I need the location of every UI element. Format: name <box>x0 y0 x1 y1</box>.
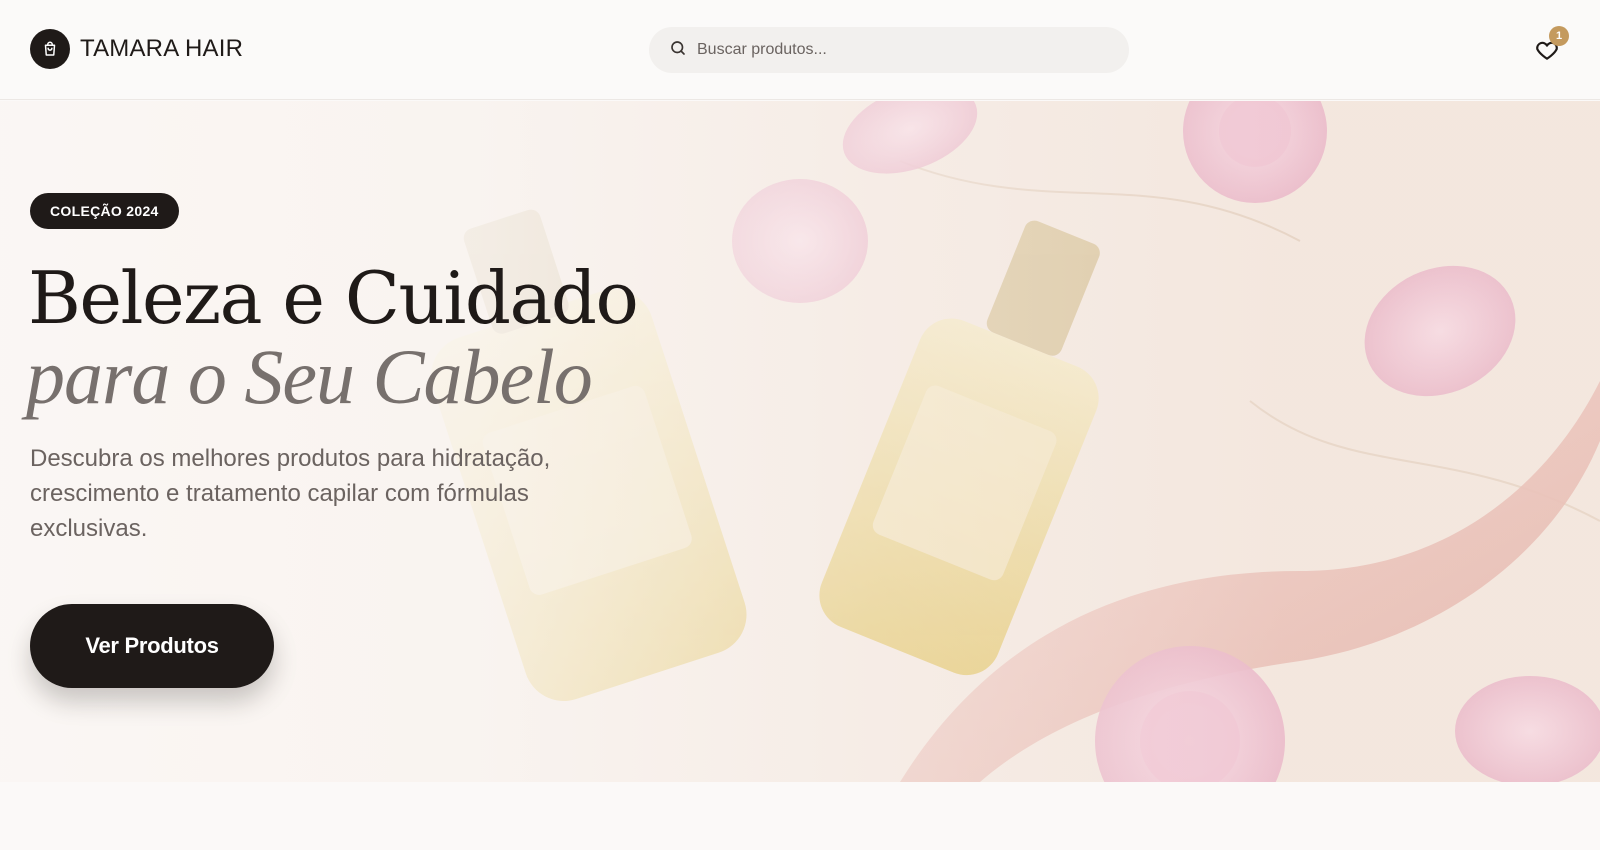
hero-description: Descubra os melhores produtos para hidra… <box>30 445 551 542</box>
brand-name: TAMARA HAIR <box>80 35 244 62</box>
favorites-count-badge: 1 <box>1549 26 1569 46</box>
hero-banner: COLEÇÃO 2024 Beleza e Cuidado para o Seu… <box>0 101 1600 782</box>
hero-title: Beleza e Cuidado <box>28 256 639 340</box>
search-bar[interactable] <box>649 27 1129 73</box>
brand-logo[interactable]: TAMARA HAIR <box>30 29 243 69</box>
hero-subtitle: para o Seu Cabelo <box>26 333 593 420</box>
search-input[interactable] <box>697 41 1097 59</box>
collection-badge: COLEÇÃO 2024 <box>30 193 179 229</box>
site-header: TAMARA HAIR 1 <box>0 0 1600 100</box>
shopping-bag-icon <box>30 29 70 69</box>
view-products-button[interactable]: Ver Produtos <box>30 604 274 688</box>
search-icon <box>669 39 687 62</box>
